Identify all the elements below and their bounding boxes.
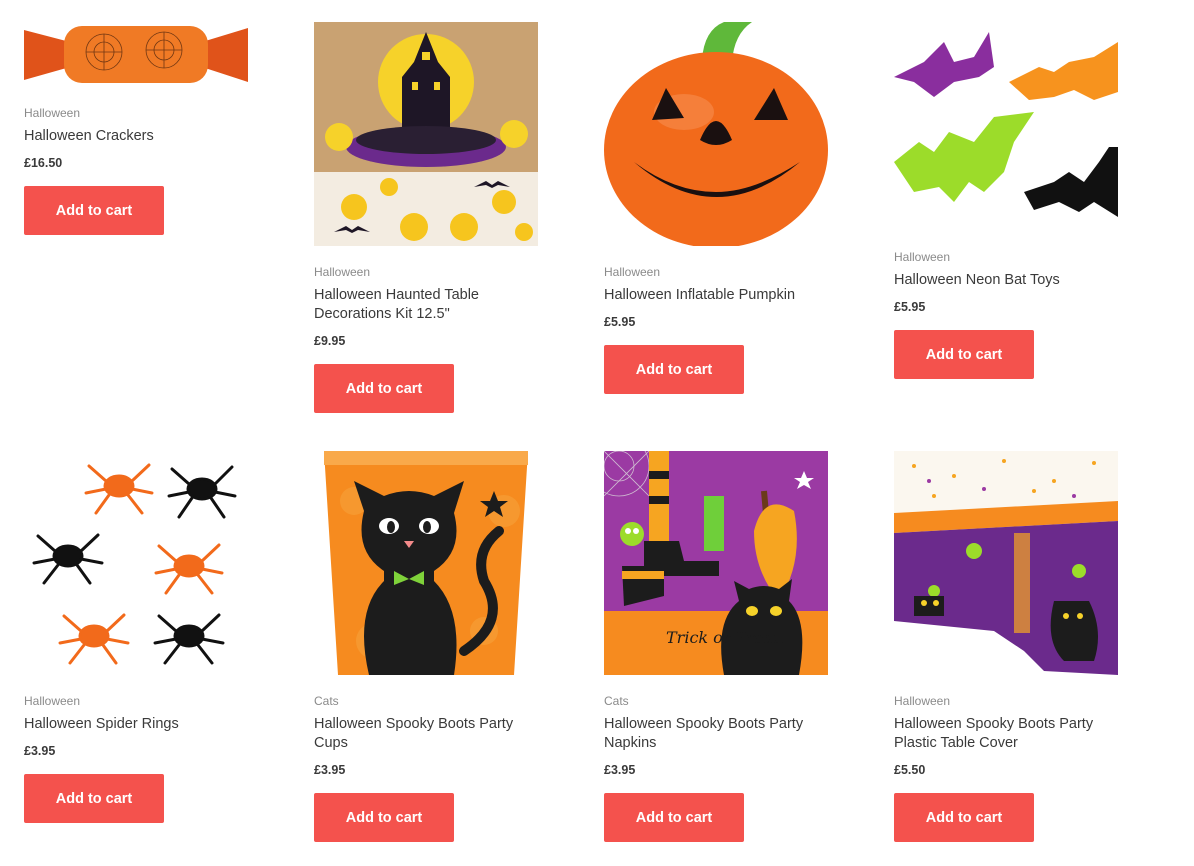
- product-title[interactable]: Halloween Spooky Boots Party Cups: [314, 715, 538, 753]
- product-price: £3.95: [604, 763, 636, 777]
- product-category: Halloween: [24, 694, 81, 708]
- product-card: Cats Halloween Spooky Boots Party Cups £…: [314, 451, 538, 842]
- table-cover-image: [894, 451, 1118, 675]
- product-price: £5.95: [604, 315, 636, 329]
- product-card: Halloween Halloween Crackers £16.50 Add …: [24, 22, 248, 235]
- product-category: Halloween: [314, 265, 371, 279]
- product-category: Halloween: [24, 106, 81, 120]
- product-card: Halloween Halloween Haunted Table Decora…: [314, 22, 538, 413]
- product-card: Trick or Treat! Cats Halloween Spooky Bo…: [604, 451, 828, 842]
- product-image-link[interactable]: [894, 451, 1118, 675]
- add-to-cart-button[interactable]: Add to cart: [604, 793, 744, 842]
- product-category: Halloween: [604, 265, 661, 279]
- add-to-cart-button[interactable]: Add to cart: [894, 330, 1034, 379]
- product-title[interactable]: Halloween Neon Bat Toys: [894, 271, 1118, 290]
- product-category: Halloween: [894, 250, 951, 264]
- product-price: £3.95: [24, 744, 56, 758]
- product-image-link[interactable]: Trick or Treat!: [604, 451, 828, 675]
- add-to-cart-button[interactable]: Add to cart: [894, 793, 1034, 842]
- product-price: £5.50: [894, 763, 926, 777]
- product-price: £16.50: [24, 156, 63, 170]
- napkin-slogan: Trick or Treat!: [666, 628, 786, 647]
- product-card: Halloween Halloween Inflatable Pumpkin £…: [604, 22, 828, 394]
- product-category: Halloween: [894, 694, 951, 708]
- neon-bats-image: [894, 22, 1118, 231]
- cracker-image: [24, 26, 248, 83]
- add-to-cart-button[interactable]: Add to cart: [24, 186, 164, 235]
- product-image-link[interactable]: [24, 22, 248, 87]
- add-to-cart-button[interactable]: Add to cart: [314, 364, 454, 413]
- product-title[interactable]: Halloween Crackers: [24, 127, 248, 146]
- product-card: Halloween Halloween Neon Bat Toys £5.95 …: [894, 22, 1118, 379]
- product-card: Halloween Halloween Spider Rings £3.95 A…: [24, 451, 248, 823]
- spider-rings-image: [24, 451, 248, 675]
- party-cups-image: [314, 451, 538, 675]
- product-price: £3.95: [314, 763, 346, 777]
- product-image-link[interactable]: [314, 451, 538, 675]
- add-to-cart-button[interactable]: Add to cart: [604, 345, 744, 394]
- pumpkin-image: [604, 22, 828, 246]
- add-to-cart-button[interactable]: Add to cart: [314, 793, 454, 842]
- product-image-link[interactable]: [604, 22, 828, 246]
- haunted-decorations-image: [314, 22, 538, 246]
- party-napkins-image: Trick or Treat!: [604, 451, 828, 675]
- product-title[interactable]: Halloween Spooky Boots Party Plastic Tab…: [894, 715, 1118, 753]
- product-title[interactable]: Halloween Haunted Table Decorations Kit …: [314, 286, 538, 324]
- add-to-cart-button[interactable]: Add to cart: [24, 774, 164, 823]
- product-category: Cats: [604, 694, 629, 708]
- product-title[interactable]: Halloween Spooky Boots Party Napkins: [604, 715, 828, 753]
- product-price: £5.95: [894, 300, 926, 314]
- product-card: Halloween Halloween Spooky Boots Party P…: [894, 451, 1118, 842]
- product-image-link[interactable]: [894, 22, 1118, 231]
- product-title[interactable]: Halloween Inflatable Pumpkin: [604, 286, 828, 305]
- product-image-link[interactable]: [24, 451, 248, 675]
- product-category: Cats: [314, 694, 339, 708]
- product-image-link[interactable]: [314, 22, 538, 246]
- product-price: £9.95: [314, 334, 346, 348]
- product-title[interactable]: Halloween Spider Rings: [24, 715, 248, 734]
